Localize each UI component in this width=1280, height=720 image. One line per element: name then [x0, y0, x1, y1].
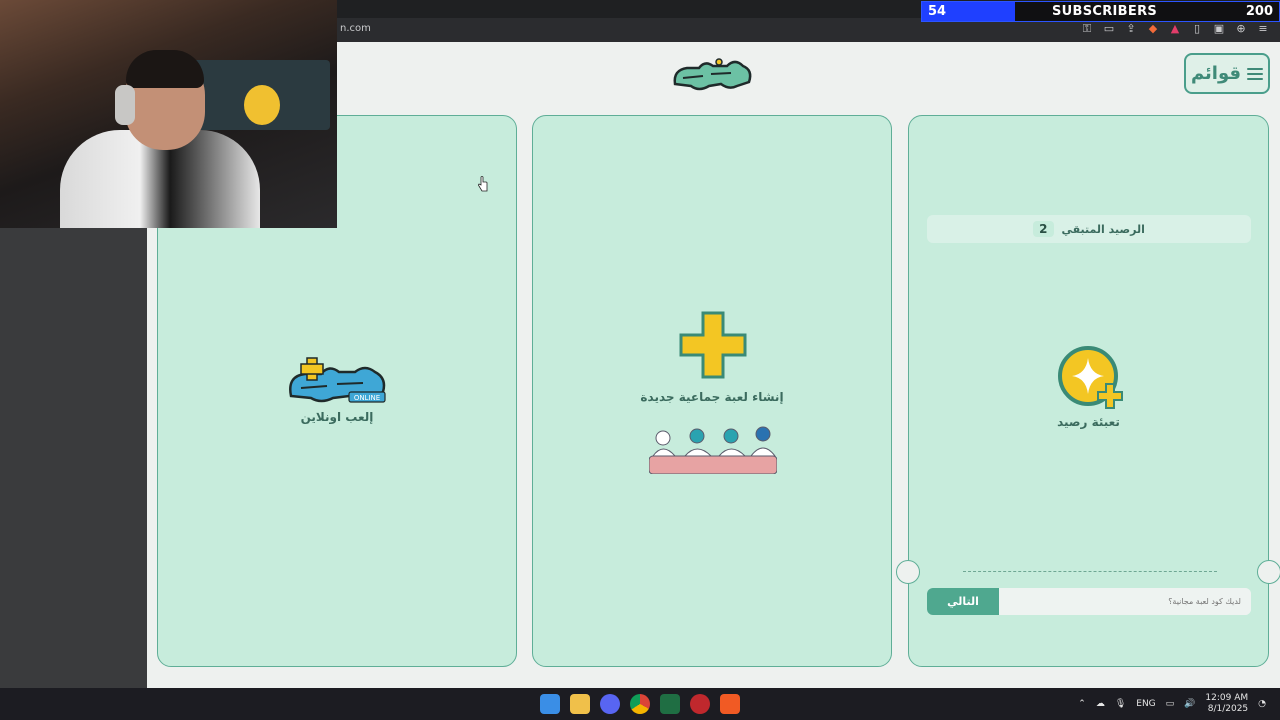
webcam-overlay	[0, 0, 337, 228]
share-icon[interactable]: ⇪	[1124, 22, 1138, 36]
clock-time: 12:09 AM	[1205, 693, 1249, 703]
taskbar-apps	[540, 694, 740, 714]
create-group-game-card[interactable]: إنشاء لعبة جماعية جديدة	[532, 115, 892, 667]
players-illustration-icon	[649, 426, 777, 474]
key-icon[interactable]: ⚿	[1080, 22, 1094, 36]
brave-rewards-icon[interactable]: ▲	[1168, 22, 1182, 36]
balance-value: 2	[1033, 221, 1054, 237]
site-logo[interactable]	[669, 56, 755, 94]
discord-icon[interactable]	[600, 694, 620, 714]
browser-toolbar-icons: ⚿ ▭ ⇪ ◆ ▲ ▯ ▣ ⊕ ≡	[1080, 22, 1270, 36]
url-text[interactable]: n.com	[340, 23, 371, 34]
subscriber-goal-overlay: 54 SUBSCRIBERS 200	[921, 1, 1280, 22]
file-explorer-icon[interactable]	[570, 694, 590, 714]
play-online-label: إلعب اونلاين	[300, 410, 374, 424]
left-gutter	[0, 228, 147, 688]
recharge-balance-card: 2 الرصيد المتبقي تعبئة رصيد التالي	[896, 115, 1280, 667]
windows-start-icon[interactable]	[540, 694, 560, 714]
hand-cursor-icon	[478, 176, 488, 192]
subscriber-label: SUBSCRIBERS	[1052, 4, 1158, 19]
recharge-coin-icon[interactable]	[1056, 344, 1124, 412]
create-game-label: إنشاء لعبة جماعية جديدة	[640, 390, 784, 404]
recharge-label[interactable]: تعبئة رصيد	[909, 415, 1268, 429]
system-tray: ⌃ ☁ 🎙 ENG ▭ 🔊 12:09 AM 8/1/2025 ◔	[1078, 693, 1266, 715]
clock[interactable]: 12:09 AM 8/1/2025	[1205, 693, 1248, 715]
ticket-notch-right	[1257, 560, 1280, 584]
microphone-icon[interactable]: 🎙	[1115, 699, 1126, 709]
subscriber-count: 54	[928, 4, 947, 19]
pikachu-figure	[244, 85, 280, 125]
notification-icon[interactable]: ◔	[1258, 699, 1266, 709]
sidebar-icon[interactable]: ▯	[1190, 22, 1204, 36]
headphones	[115, 85, 135, 125]
plus-icon	[679, 311, 747, 379]
ticket-divider	[963, 571, 1217, 572]
remaining-balance-row: 2 الرصيد المتبقي	[927, 215, 1251, 243]
ticket-notch-left	[896, 560, 920, 584]
cast-icon[interactable]: ▭	[1102, 22, 1116, 36]
menu-label: قوائم	[1190, 63, 1242, 84]
language-indicator[interactable]: ENG	[1136, 699, 1155, 709]
menu-icon[interactable]: ≡	[1256, 22, 1270, 36]
wallet-icon[interactable]: ▣	[1212, 22, 1226, 36]
excel-icon[interactable]	[660, 694, 680, 714]
clock-date: 8/1/2025	[1207, 704, 1249, 714]
subscriber-goal: 200	[1245, 4, 1273, 19]
network-icon[interactable]: ▭	[1166, 699, 1175, 709]
online-badge-text: ONLINE	[354, 394, 380, 402]
chevron-up-icon[interactable]: ⌃	[1078, 699, 1086, 709]
app-red-icon[interactable]	[690, 694, 710, 714]
free-code-input[interactable]	[999, 588, 1251, 615]
vpn-icon[interactable]: ⊕	[1234, 22, 1248, 36]
next-button[interactable]: التالي	[927, 588, 999, 615]
streamer-hair	[126, 50, 204, 88]
cloud-icon[interactable]: ☁	[1096, 699, 1105, 709]
brave-shield-icon[interactable]: ◆	[1146, 22, 1160, 36]
free-code-row: التالي	[927, 588, 1251, 615]
chrome-icon[interactable]	[630, 694, 650, 714]
volume-icon[interactable]: 🔊	[1184, 699, 1195, 709]
online-logo-icon: ONLINE	[289, 357, 386, 403]
balance-label: الرصيد المتبقي	[1061, 222, 1145, 236]
list-icon	[1247, 67, 1264, 80]
brave-icon[interactable]	[720, 694, 740, 714]
menu-button[interactable]: قوائم	[1184, 53, 1270, 94]
